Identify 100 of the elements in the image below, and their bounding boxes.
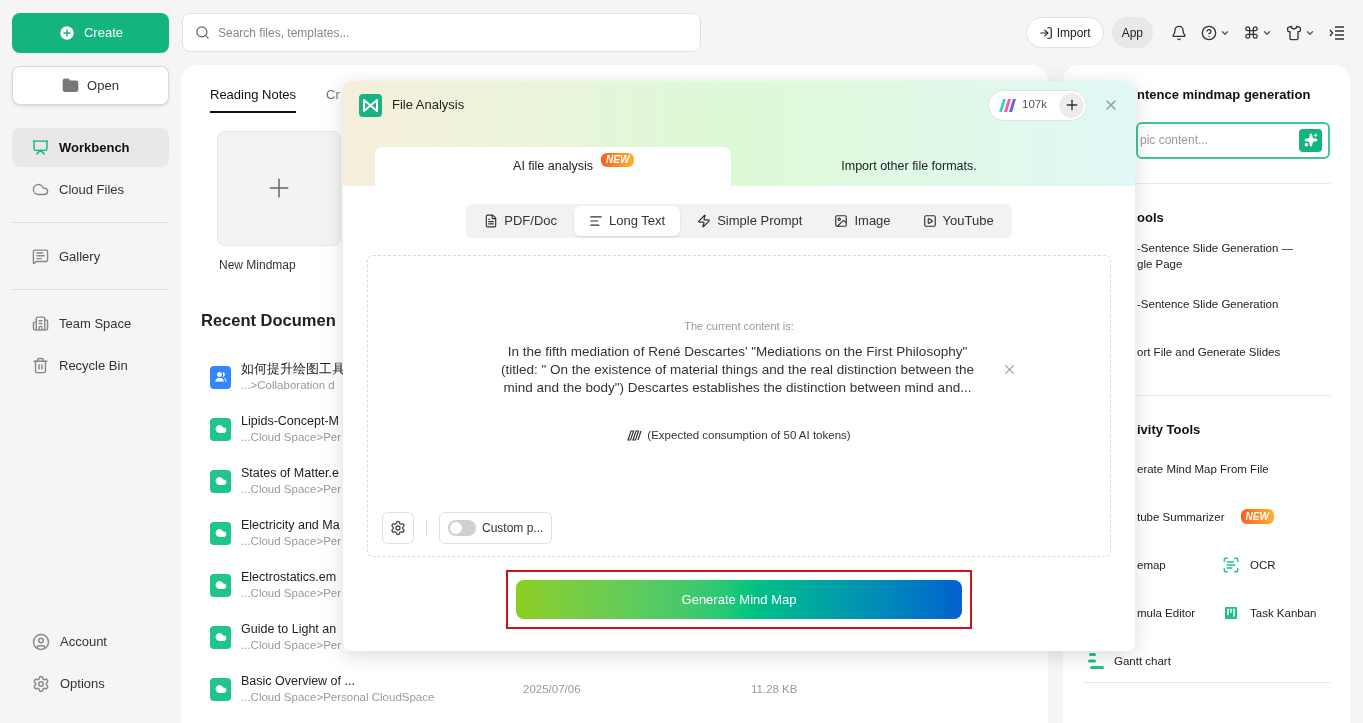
play-icon — [922, 214, 937, 228]
settings-icon — [32, 674, 50, 693]
document-title[interactable]: Lipids-Concept-M — [241, 413, 339, 431]
document-path: ...Cloud Space>Per — [241, 430, 342, 446]
document-date: 2025/07/06 — [523, 681, 582, 697]
nav-icon — [32, 357, 49, 374]
tool-link[interactable]: -Sentence Slide Generation — gle Page — [1137, 240, 1293, 272]
plus-icon — [58, 24, 76, 42]
tool-link[interactable]: emap — [1137, 556, 1166, 573]
tool-link[interactable]: Gantt chart — [1114, 652, 1171, 669]
nav-icon — [32, 139, 49, 156]
document-title[interactable]: 如何提升绘图工具 — [241, 361, 345, 379]
sparkle-icon — [1303, 133, 1318, 147]
tool-link[interactable]: erate Mind Map From File — [1137, 460, 1269, 477]
document-path: ...>Collaboration d — [241, 378, 335, 394]
document-icon — [484, 214, 499, 228]
dialog-tab[interactable]: Import other file formats. — [731, 147, 1087, 186]
help-icon[interactable] — [1201, 24, 1217, 41]
content-text: In the fifth mediation of René Descartes' "Mediations on the First Philosophy" (titled: " On the existence of material things and the real distinction between the mind and the body") Descartes establishes the distinction between mind and... — [499, 342, 976, 397]
sidebar-footer-item[interactable]: Options — [12, 664, 169, 703]
folder-icon — [62, 77, 80, 94]
section-title: ools — [1136, 208, 1165, 227]
nav-icon — [32, 181, 49, 198]
document-size: 11.28 KB — [751, 681, 798, 697]
document-path: ...Cloud Space>Per — [241, 586, 342, 602]
new-badge: NEW — [1240, 509, 1274, 524]
app-logo — [359, 93, 382, 117]
tool-link[interactable]: OCR — [1250, 556, 1276, 573]
team-document-icon — [210, 365, 231, 389]
dialog-title: File Analysis — [392, 96, 465, 115]
tool-link[interactable]: ort File and Generate Slides — [1137, 344, 1281, 360]
source-tab[interactable]: Image — [819, 206, 906, 236]
document-path: ...Cloud Space>Personal CloudSpace — [241, 690, 435, 706]
document-path: ...Cloud Space>Per — [241, 482, 342, 498]
tab[interactable]: Cr — [326, 85, 340, 113]
credits-icon — [999, 98, 1017, 112]
document-path: ...Cloud Space>Per — [241, 638, 342, 654]
open-button[interactable]: Open — [12, 66, 169, 105]
settings-icon — [390, 520, 406, 536]
search-placeholder: Search files, templates... — [218, 24, 350, 42]
section-heading: Recent Documen — [201, 309, 336, 331]
nav-item[interactable]: Recycle Bin — [12, 346, 169, 385]
sidebar-footer-item[interactable]: Account — [12, 622, 169, 661]
nav-item[interactable]: Cloud Files — [12, 170, 169, 209]
apps-icon[interactable] — [1244, 25, 1259, 40]
cloud-document-icon — [210, 417, 231, 441]
custom-prompt-toggle[interactable]: Custom p... — [439, 512, 553, 544]
cloud-document-icon — [210, 521, 231, 545]
nav-icon — [32, 248, 49, 265]
new-mindmap-tile[interactable] — [217, 130, 341, 246]
tile-label: New Mindmap — [219, 256, 297, 274]
lightning-icon — [697, 214, 712, 228]
cloud-document-icon — [210, 573, 231, 597]
nav-item[interactable]: Workbench — [12, 128, 169, 167]
document-title[interactable]: Electricity and Ma — [241, 517, 340, 535]
image-icon — [834, 214, 849, 228]
gantt-icon — [1088, 652, 1104, 669]
lines-icon — [589, 214, 604, 228]
collapse-menu-icon[interactable] — [1329, 25, 1345, 40]
import-icon — [1038, 25, 1053, 40]
source-tab[interactable]: Simple Prompt — [682, 206, 818, 236]
content-caption: The current content is: — [684, 319, 794, 334]
tool-link[interactable]: -Sentence Slide Generation — [1137, 296, 1279, 312]
search-icon — [195, 25, 210, 40]
user-icon — [32, 632, 50, 651]
section-title: ivity Tools — [1136, 421, 1202, 439]
app-button[interactable]: App — [1111, 17, 1153, 48]
tool-link[interactable]: mula Editor — [1137, 604, 1196, 621]
search-field[interactable]: Search files, templates... — [182, 13, 701, 52]
credits-count: 107k — [1022, 97, 1047, 113]
import-button[interactable]: Import — [1025, 17, 1104, 48]
document-title[interactable]: Basic Overview of ... — [241, 673, 355, 691]
token-note: (Expected consumption of 50 AI tokens) — [647, 427, 851, 443]
generate-ai-button[interactable] — [1299, 128, 1322, 152]
cloud-document-icon — [210, 677, 231, 701]
toggle-switch[interactable] — [448, 520, 476, 536]
document-title[interactable]: Guide to Light an — [241, 621, 337, 639]
tool-link[interactable]: tube Summarizer — [1137, 508, 1225, 525]
theme-icon[interactable] — [1286, 24, 1302, 41]
nav-item[interactable]: Gallery — [12, 237, 169, 276]
source-tab[interactable]: YouTube — [907, 206, 1009, 236]
document-title[interactable]: States of Matter.e — [241, 465, 339, 483]
source-tab[interactable]: Long Text — [574, 206, 681, 236]
cloud-document-icon — [210, 469, 231, 493]
panel-heading: ntence mindmap generation — [1136, 86, 1312, 104]
input-placeholder: pic content... — [1140, 132, 1209, 149]
source-tab[interactable]: PDF/Doc — [469, 206, 573, 236]
add-credits-button[interactable] — [1059, 92, 1084, 118]
nav-icon — [32, 315, 49, 332]
settings-button[interactable] — [382, 512, 414, 544]
tab[interactable]: Reading Notes — [210, 85, 296, 113]
tool-link[interactable]: Task Kanban — [1250, 604, 1317, 621]
scan-icon — [1222, 555, 1240, 574]
nav-item[interactable]: Team Space — [12, 304, 169, 343]
dialog-tab[interactable]: AI file analysis NEW — [375, 147, 731, 186]
notification-icon[interactable] — [1171, 24, 1187, 41]
cloud-document-icon — [210, 625, 231, 649]
document-path: ...Cloud Space>Per — [241, 534, 342, 550]
token-icon — [627, 429, 643, 441]
document-title[interactable]: Electrostatics.em — [241, 569, 337, 587]
